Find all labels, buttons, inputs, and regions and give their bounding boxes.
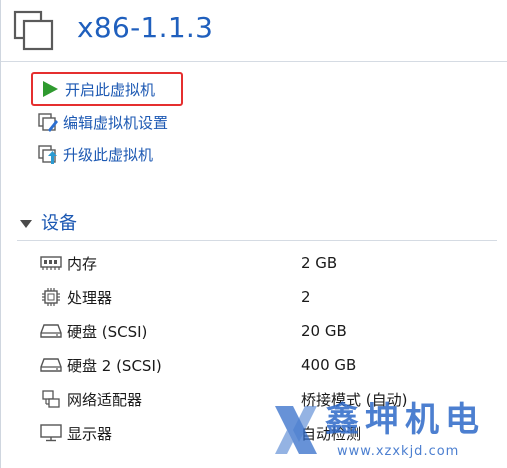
devices-section-title: 设备 (41, 213, 77, 234)
hard-disk-icon (39, 321, 63, 341)
watermark-brand: 鑫坤机电 (325, 400, 485, 440)
watermark: 鑫坤机电 www.xzxkjd.com (271, 398, 503, 464)
section-divider (17, 240, 497, 241)
upgrade-vm-icon (37, 143, 59, 165)
edit-vm-icon (37, 111, 59, 133)
device-row-hard-disk[interactable]: 硬盘 (SCSI) 20 GB (39, 314, 499, 348)
device-value: 400 GB (301, 356, 357, 374)
upgrade-vm-button[interactable]: 升级此虚拟机 (37, 138, 337, 170)
network-adapter-icon (39, 389, 63, 409)
devices-section-header[interactable]: 设备 (17, 212, 497, 241)
cpu-icon (39, 287, 63, 307)
power-on-vm-label: 开启此虚拟机 (65, 80, 156, 99)
memory-icon (39, 253, 63, 273)
device-name: 硬盘 2 (SCSI) (67, 356, 162, 375)
vm-header: x86-1.1.3 (1, 0, 507, 62)
device-value: 20 GB (301, 322, 347, 340)
device-name: 硬盘 (SCSI) (67, 322, 148, 341)
edit-vm-settings-label: 编辑虚拟机设置 (63, 113, 169, 132)
vm-title: x86-1.1.3 (77, 11, 214, 44)
collapse-caret-icon[interactable] (17, 215, 35, 233)
display-icon (39, 423, 63, 443)
vm-window-icon (13, 10, 54, 51)
edit-vm-settings-button[interactable]: 编辑虚拟机设置 (37, 106, 337, 138)
device-value: 2 GB (301, 254, 338, 272)
play-icon (39, 78, 61, 100)
device-name: 处理器 (67, 288, 113, 307)
vm-summary-panel: x86-1.1.3 开启此虚拟机 编辑虚拟机设置 升级此虚拟机 设备 内存 2 … (0, 0, 507, 468)
device-name: 网络适配器 (67, 390, 143, 409)
power-on-vm-button[interactable]: 开启此虚拟机 (31, 72, 183, 106)
hard-disk-icon (39, 355, 63, 375)
device-value: 2 (301, 288, 311, 306)
watermark-url: www.xzxkjd.com (337, 444, 460, 459)
upgrade-vm-label: 升级此虚拟机 (63, 145, 154, 164)
device-name: 显示器 (67, 424, 113, 443)
brand-logo-icon (275, 406, 317, 454)
device-row-hard-disk-2[interactable]: 硬盘 2 (SCSI) 400 GB (39, 348, 499, 382)
device-row-processor[interactable]: 处理器 2 (39, 280, 499, 314)
vm-actions: 开启此虚拟机 编辑虚拟机设置 升级此虚拟机 (31, 72, 337, 170)
device-name: 内存 (67, 254, 98, 273)
device-row-memory[interactable]: 内存 2 GB (39, 246, 499, 280)
